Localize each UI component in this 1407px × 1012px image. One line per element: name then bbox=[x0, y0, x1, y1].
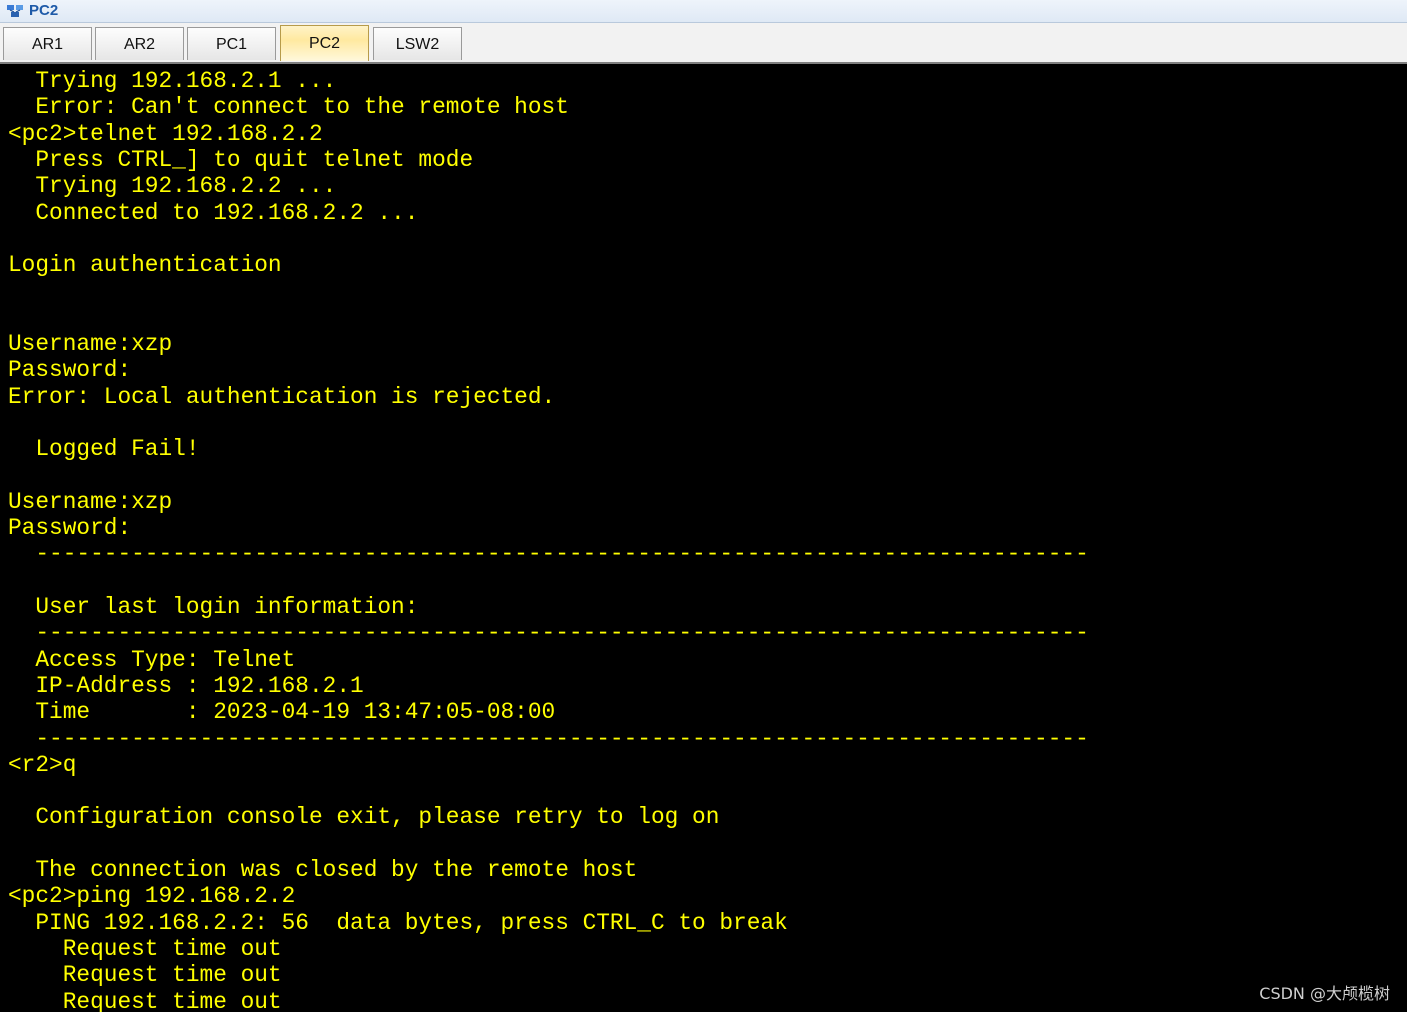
terminal-line: Request time out bbox=[8, 962, 282, 989]
terminal-line: <pc2>telnet 192.168.2.2 bbox=[8, 120, 323, 147]
terminal-line: ----------------------------------------… bbox=[8, 725, 1089, 752]
terminal-line: IP-Address : 192.168.2.1 bbox=[8, 672, 364, 699]
terminal-line: Logged Fail! bbox=[8, 436, 200, 463]
terminal-line: PING 192.168.2.2: 56 data bytes, press C… bbox=[8, 909, 788, 936]
tab-ar1[interactable]: AR1 bbox=[3, 27, 92, 60]
terminal-window: PC2 AR1 AR2 PC1 PC2 LSW2 Trying 192.168.… bbox=[0, 0, 1407, 1012]
terminal-line: Password: bbox=[8, 357, 132, 384]
terminal-line: Time : 2023-04-19 13:47:05-08:00 bbox=[8, 699, 556, 726]
watermark: CSDN @大颅榄树 bbox=[1259, 984, 1390, 1003]
title-bar: PC2 bbox=[0, 0, 1407, 23]
terminal-line: Request time out bbox=[8, 935, 282, 962]
terminal-line: ----------------------------------------… bbox=[8, 541, 1089, 568]
ensp-device-icon bbox=[7, 5, 23, 17]
tab-ar2[interactable]: AR2 bbox=[95, 27, 184, 60]
tab-pc1[interactable]: PC1 bbox=[187, 27, 276, 60]
terminal-line: Trying 192.168.2.1 ... bbox=[8, 68, 337, 94]
terminal-line: Username:xzp bbox=[8, 488, 173, 515]
terminal-line: Login authentication bbox=[8, 252, 282, 279]
window-title: PC2 bbox=[29, 2, 59, 19]
terminal-line: Connected to 192.168.2.2 ... bbox=[8, 199, 419, 226]
terminal-line: <pc2>ping 192.168.2.2 bbox=[8, 883, 296, 910]
terminal-line: Configuration console exit, please retry… bbox=[8, 804, 720, 831]
terminal-line: The connection was closed by the remote … bbox=[8, 857, 638, 883]
terminal-line: Username:xzp bbox=[8, 331, 173, 357]
terminal-line: Access Type: Telnet bbox=[8, 646, 296, 673]
terminal-line: Error: Local authentication is rejected. bbox=[8, 383, 556, 410]
tab-lsw2[interactable]: LSW2 bbox=[373, 27, 462, 60]
terminal-line: User last login information: bbox=[8, 594, 419, 620]
terminal-line: <r2>q bbox=[8, 751, 77, 778]
terminal-line: Request time out bbox=[8, 988, 282, 1012]
terminal-line: Error: Can't connect to the remote host bbox=[8, 94, 569, 121]
terminal-line: Trying 192.168.2.2 ... bbox=[8, 173, 337, 200]
terminal-line: Password: bbox=[8, 515, 132, 542]
terminal-line: Press CTRL_] to quit telnet mode bbox=[8, 146, 474, 173]
terminal-output[interactable]: Trying 192.168.2.1 ... Error: Can't conn… bbox=[4, 64, 1407, 1012]
device-tab-bar: AR1 AR2 PC1 PC2 LSW2 bbox=[0, 23, 1407, 64]
terminal-line: ----------------------------------------… bbox=[8, 620, 1089, 647]
tab-pc2[interactable]: PC2 bbox=[280, 25, 369, 61]
